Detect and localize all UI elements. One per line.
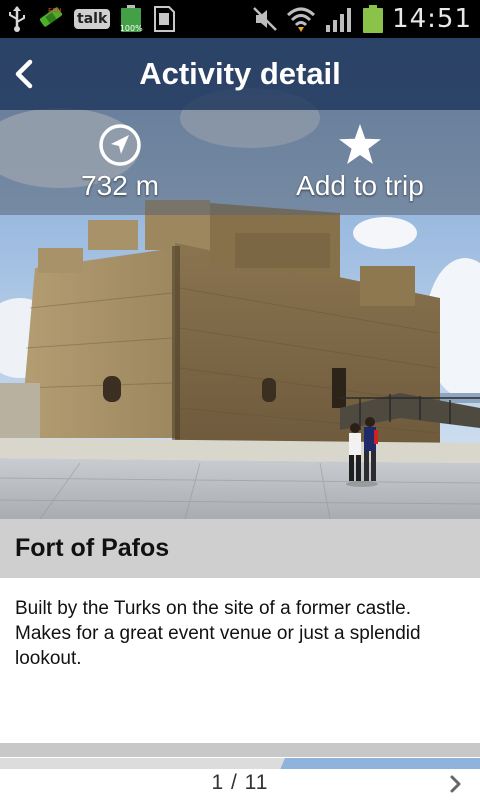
talk-icon: talk [74, 3, 111, 35]
battery-small-icon: 100% [118, 3, 144, 35]
status-left-icons: FAN talk 100% [6, 3, 176, 35]
distance-button[interactable]: 732 m [0, 110, 240, 215]
page-title: Activity detail [139, 56, 341, 91]
pager: 1 / 11 [0, 769, 480, 800]
distance-label: 732 m [81, 170, 159, 201]
add-to-trip-button[interactable]: Add to trip [240, 110, 480, 215]
star-icon [337, 122, 383, 168]
activity-name: Fort of Pafos [15, 534, 170, 562]
back-button[interactable] [0, 38, 48, 110]
mute-icon [252, 3, 278, 35]
divider [0, 743, 480, 757]
chevron-right-icon [449, 774, 463, 794]
svg-text:FAN: FAN [48, 7, 61, 15]
clock: 14:51 [392, 4, 472, 34]
wifi-icon [286, 3, 316, 35]
activity-description: Built by the Turks on the site of a form… [15, 598, 421, 669]
signal-icon [324, 3, 354, 35]
usb-icon [6, 3, 28, 35]
satellite-icon: FAN [36, 3, 66, 35]
next-image-preview [0, 757, 480, 769]
status-right-icons: 14:51 [252, 0, 472, 38]
activity-name-header: Fort of Pafos [0, 519, 480, 578]
sd-card-icon [152, 3, 176, 35]
back-arrow-icon [13, 59, 35, 89]
status-bar: FAN talk 100% 14:51 [0, 0, 480, 38]
battery-icon [362, 3, 384, 35]
action-strip: 732 m Add to trip [0, 110, 480, 215]
page-indicator: 1 / 11 [211, 771, 269, 794]
compass-icon [97, 122, 143, 168]
next-button[interactable] [444, 772, 468, 796]
add-to-trip-label: Add to trip [296, 170, 424, 201]
title-bar: Activity detail [0, 38, 480, 110]
